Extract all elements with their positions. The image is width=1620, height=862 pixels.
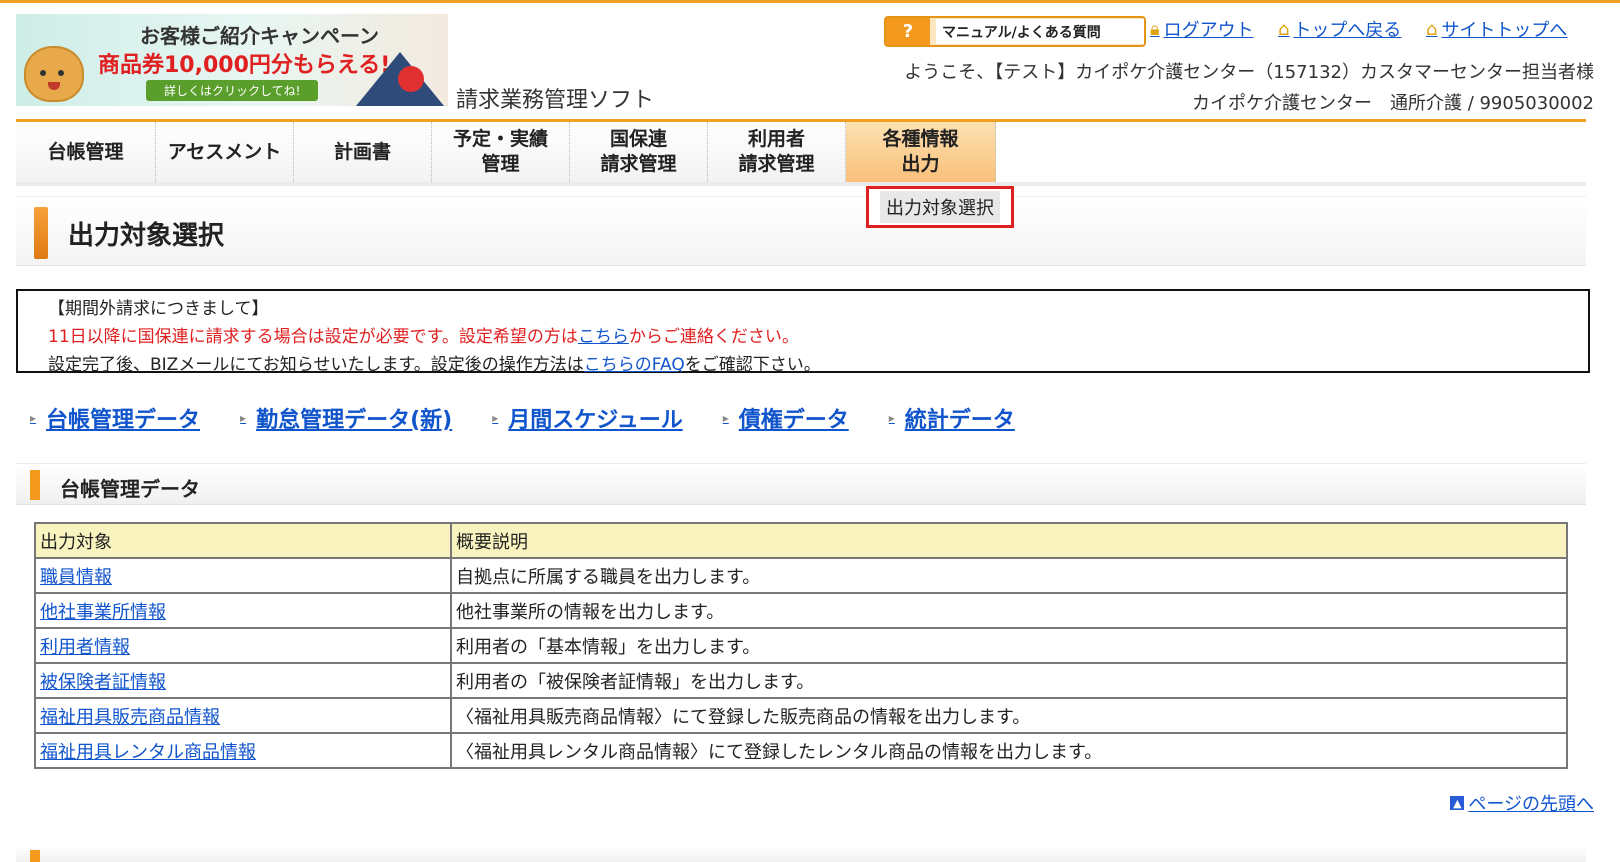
target-link-user[interactable]: 利用者情報 [40, 637, 130, 658]
nav-bottom-bar [16, 182, 1586, 186]
output-target-table: 出力対象 概要説明 職員情報 自拠点に所属する職員を出力します。 他社事業所情報… [34, 522, 1568, 769]
nav-assessment[interactable]: アセスメント [156, 122, 294, 182]
nav-schedule[interactable]: 予定・実績 管理 [432, 122, 570, 182]
target-link-other-office[interactable]: 他社事業所情報 [40, 602, 166, 623]
desc-cell: 他社事業所の情報を出力します。 [450, 592, 1568, 629]
target-link-staff[interactable]: 職員情報 [40, 567, 112, 588]
campaign-banner[interactable]: お客様ご紹介キャンペーン 商品券10,000円分もらえる! 詳しくはクリックして… [16, 14, 448, 106]
section-link-label: 統計データ [904, 408, 1015, 433]
app-title: 請求業務管理ソフト [456, 88, 655, 113]
notice-box: 【期間外請求につきまして】 11日以降に国保連に請求する場合は設定が必要です。設… [16, 289, 1590, 375]
next-section-header [16, 846, 1586, 862]
table-row: 利用者情報 利用者の「基本情報」を出力します。 [34, 627, 1568, 664]
output-select-menu-item[interactable]: 出力対象選択 [866, 186, 1014, 228]
arrow-right-icon: ▸ [888, 411, 895, 425]
dog-mascot-icon [24, 46, 84, 102]
nav-plan[interactable]: 計画書 [294, 122, 432, 182]
output-select-label: 出力対象選択 [880, 191, 1000, 223]
lock-icon: 🔒︎ [1150, 18, 1160, 40]
page-top-link[interactable]: ▲ ページの先頭へ [1450, 790, 1594, 816]
target-cell: 他社事業所情報 [34, 592, 452, 629]
logout-label: ログアウト [1163, 20, 1254, 41]
banner-cta: 詳しくはクリックしてね! [146, 80, 319, 101]
section-accent-bar [30, 470, 40, 500]
section-link-statistics[interactable]: ▸ 統計データ [889, 402, 1015, 434]
section-header: 台帳管理データ [16, 463, 1586, 505]
section-link-label: 勤怠管理データ(新) [256, 408, 453, 433]
page-title: 出力対象選択 [68, 221, 225, 251]
desc-cell: 利用者の「被保険者証情報」を出力します。 [450, 662, 1568, 699]
table-row: 他社事業所情報 他社事業所の情報を出力します。 [34, 592, 1568, 629]
office-info: カイポケ介護センター 通所介護 / 9905030002 [1191, 93, 1594, 114]
target-cell: 福祉用具販売商品情報 [34, 697, 452, 734]
notice-faq-text-end: をご確認下さい。 [684, 355, 821, 375]
arrow-right-icon: ▸ [722, 411, 729, 425]
target-cell: 職員情報 [34, 557, 452, 594]
section-link-monthly-schedule[interactable]: ▸ 月間スケジュール [492, 402, 683, 434]
site-top-link[interactable]: ⌂ サイトトップへ [1426, 16, 1567, 42]
column-header: 出力対象 [34, 522, 452, 559]
back-to-top-label: トップへ戻る [1293, 20, 1402, 41]
desc-cell: 〈福祉用具レンタル商品情報〉にて登録したレンタル商品の情報を出力します。 [450, 732, 1568, 769]
table-row: 福祉用具レンタル商品情報 〈福祉用具レンタル商品情報〉にて登録したレンタル商品の… [34, 732, 1568, 769]
arrow-right-icon: ▸ [240, 411, 247, 425]
page-title-box: 出力対象選択 [16, 196, 1586, 266]
banner-headline: お客様ご紹介キャンペーン [140, 24, 379, 48]
notice-heading: 【期間外請求につきまして】 [48, 299, 269, 319]
section-link-receivables[interactable]: ▸ 債権データ [723, 402, 849, 434]
target-link-welfare-rental[interactable]: 福祉用具レンタル商品情報 [40, 742, 256, 763]
desc-cell: 〈福祉用具販売商品情報〉にて登録した販売商品の情報を出力します。 [450, 697, 1568, 734]
arrow-right-icon: ▸ [30, 411, 37, 425]
arrow-up-icon: ▲ [1450, 796, 1465, 810]
welcome-message: ようこそ、【テスト】カイポケ介護センター（157132）カスタマーセンター担当者… [904, 62, 1594, 83]
section-links: ▸ 台帳管理データ ▸ 勤怠管理データ(新) ▸ 月間スケジュール ▸ 債権データ ▸ 統… [30, 402, 1015, 434]
top-accent-line [0, 0, 1620, 3]
notice-line-red: 11日以降に国保連に請求する場合は設定が必要です。設定希望の方はこちらからご連絡… [48, 323, 1588, 351]
notice-red-text-end: からご連絡ください。 [628, 327, 799, 347]
section-link-label: 台帳管理データ [46, 408, 201, 433]
title-accent-bar [34, 207, 48, 259]
main-nav: 台帳管理 アセスメント 計画書 予定・実績 管理 国保連 請求管理 利用者 請求… [16, 122, 996, 182]
section-link-label: 債権データ [738, 408, 849, 433]
arrow-right-icon: ▸ [492, 411, 499, 425]
target-link-welfare-sales[interactable]: 福祉用具販売商品情報 [40, 707, 220, 728]
section-link-attendance[interactable]: ▸ 勤怠管理データ(新) [240, 402, 452, 434]
desc-cell: 自拠点に所属する職員を出力します。 [450, 557, 1568, 594]
table-row: 被保険者証情報 利用者の「被保険者証情報」を出力します。 [34, 662, 1568, 699]
notice-line-faq: 設定完了後、BIZメールにてお知らせいたします。設定後の操作方法はこちらのFAQ… [48, 351, 1588, 379]
sun-icon [398, 66, 424, 92]
nav-output[interactable]: 各種情報 出力 [846, 122, 996, 182]
target-cell: 被保険者証情報 [34, 662, 452, 699]
manual-faq-button[interactable]: ? マニュアル/よくある質問 [884, 16, 1146, 47]
faq-link[interactable]: こちらのFAQ [584, 355, 685, 375]
question-icon: ? [886, 18, 930, 45]
target-cell: 利用者情報 [34, 627, 452, 664]
table-row: 福祉用具販売商品情報 〈福祉用具販売商品情報〉にて登録した販売商品の情報を出力し… [34, 697, 1568, 734]
desc-cell: 利用者の「基本情報」を出力します。 [450, 627, 1568, 664]
back-to-top-link[interactable]: ⌂ トップへ戻る [1278, 16, 1401, 42]
page-top-label: ページの先頭へ [1468, 794, 1594, 815]
section-title: 台帳管理データ [60, 477, 200, 501]
target-link-insurance-card[interactable]: 被保険者証情報 [40, 672, 166, 693]
notice-faq-text: 設定完了後、BIZメールにてお知らせいたします。設定後の操作方法は [48, 355, 584, 375]
nav-user-billing[interactable]: 利用者 請求管理 [708, 122, 846, 182]
home-icon: ⌂ [1426, 18, 1438, 40]
table-header-row: 出力対象 概要説明 [34, 522, 1568, 559]
section-link-ledger[interactable]: ▸ 台帳管理データ [30, 402, 200, 434]
table-row: 職員情報 自拠点に所属する職員を出力します。 [34, 557, 1568, 594]
target-cell: 福祉用具レンタル商品情報 [34, 732, 452, 769]
home-icon: ⌂ [1278, 18, 1290, 40]
section-link-label: 月間スケジュール [508, 408, 683, 433]
contact-link[interactable]: こちら [578, 327, 629, 347]
site-top-label: サイトトップへ [1441, 20, 1568, 41]
banner-offer: 商品券10,000円分もらえる! [98, 53, 391, 78]
manual-faq-label: マニュアル/よくある質問 [936, 19, 1144, 44]
nav-kokuhoren[interactable]: 国保連 請求管理 [570, 122, 708, 182]
nav-ledger[interactable]: 台帳管理 [16, 122, 156, 182]
logout-link[interactable]: 🔒︎ ログアウト [1150, 16, 1254, 42]
column-header: 概要説明 [450, 522, 1568, 559]
notice-red-text: 11日以降に国保連に請求する場合は設定が必要です。設定希望の方は [48, 327, 578, 347]
section-accent-bar [30, 850, 40, 862]
